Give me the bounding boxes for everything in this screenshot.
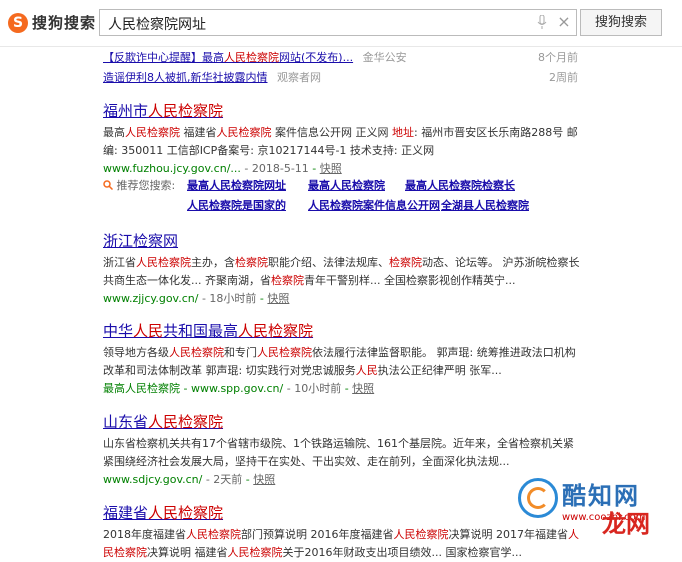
related-search-link[interactable]: 全湖县人民检察院 [441, 196, 529, 216]
news-item-source: 观察者网 [277, 71, 321, 84]
result-description: 浙江省人民检察院主办，含检察院职能介绍、法律法规库、检察院动态、论坛等。 沪苏浙… [103, 256, 580, 287]
snapshot-link[interactable]: 快照 [320, 162, 342, 175]
result-date: - 2天前 [202, 473, 243, 486]
search-input[interactable] [106, 13, 530, 35]
search-result: 山东省人民检察院 山东省检察机关共有17个省辖市级院、1个铁路运输院、161个基… [103, 412, 583, 489]
snapshot-link[interactable]: 快照 [267, 292, 289, 305]
news-item-title[interactable]: 造谣伊利8人被抓,新华社披露内情 [103, 71, 268, 84]
result-description: 领导地方各级人民检察院和专门人民检察院依法履行法律监督职能。 郭声琨: 统筹推进… [103, 346, 576, 377]
result-title[interactable]: 浙江检察网 [103, 231, 583, 251]
news-item: 造谣伊利8人被抓,新华社披露内情 观察者网 2周前 [103, 68, 583, 88]
related-search-link[interactable]: 最高人民检察院 [308, 176, 385, 196]
result-date: - 2018-5-11 [240, 162, 309, 175]
result-url[interactable]: 最高人民检察院 - www.spp.gov.cn/ [103, 382, 283, 395]
result-description: 山东省检察机关共有17个省辖市级院、1个铁路运输院、161个基层院。近年来，全省… [103, 437, 574, 468]
search-result: 福州市人民检察院 最高人民检察院 福建省人民检察院 案件信息公开网 正义网 地址… [103, 101, 583, 178]
result-title[interactable]: 山东省人民检察院 [103, 412, 583, 432]
related-searches: 推荐您搜索: 最高人民检察院网址 最高人民检察院 最高人民检察院检察长 人民检察… [103, 176, 583, 216]
snapshot-link[interactable]: 快照 [253, 473, 275, 486]
clear-icon[interactable]: × [556, 14, 572, 30]
related-search-link[interactable]: 最高人民检察院检察长 [405, 176, 515, 196]
related-search-link[interactable]: 人民检察院是国家的 [187, 196, 286, 216]
result-url[interactable]: www.zjjcy.gov.cn/ [103, 292, 198, 305]
news-item-time: 8个月前 [538, 51, 578, 64]
result-title[interactable]: 福州市人民检察院 [103, 101, 583, 121]
result-url-line: www.zjjcy.gov.cn/ - 18小时前 - 快照 [103, 292, 290, 305]
search-button[interactable]: 搜狗搜索 [580, 9, 662, 36]
sogou-logo[interactable]: S 搜狗搜索 [8, 12, 96, 33]
result-url[interactable]: www.sdjcy.gov.cn/ [103, 473, 202, 486]
sogou-logo-icon: S [8, 12, 28, 33]
search-icon [103, 180, 114, 191]
news-list: 【反欺诈中心提醒】最高人民检察院网站(不发布)... 金华公安 8个月前 造谣伊… [103, 48, 583, 88]
result-url[interactable]: www.fuzhou.jcy.gov.cn/... [103, 162, 241, 175]
result-date: - 18小时前 [198, 292, 257, 305]
related-search-link[interactable]: 人民检察院案件信息公开网 [308, 196, 440, 216]
result-title[interactable]: 福建省人民检察院 [103, 503, 583, 523]
news-item: 【反欺诈中心提醒】最高人民检察院网站(不发布)... 金华公安 8个月前 [103, 48, 583, 68]
news-item-source: 金华公安 [362, 51, 407, 64]
result-url-line: www.sdjcy.gov.cn/ - 2天前 - 快照 [103, 473, 276, 486]
news-item-time: 2周前 [549, 71, 578, 84]
watermark: 酷知网 www.coozhi.com 龙网 [518, 472, 678, 546]
snapshot-link[interactable]: 快照 [352, 382, 374, 395]
watermark-brand-secondary: 龙网 [602, 510, 650, 538]
search-box: × [99, 9, 577, 36]
search-result: 中华人民共和国最高人民检察院 领导地方各级人民检察院和专门人民检察院依法履行法律… [103, 321, 583, 398]
result-url-line: 最高人民检察院 - www.spp.gov.cn/ - 10小时前 - 快照 [103, 382, 375, 395]
result-description: 2018年度福建省人民检察院部门预算说明 2016年度福建省人民检察院决算说明 … [103, 528, 579, 559]
search-header: S 搜狗搜索 × 搜狗搜索 [0, 0, 682, 47]
microphone-icon[interactable] [537, 15, 547, 30]
result-title[interactable]: 中华人民共和国最高人民检察院 [103, 321, 583, 341]
related-searches-label: 推荐您搜索: [116, 179, 176, 192]
watermark-logo-icon [518, 478, 558, 518]
result-date: - 10小时前 [283, 382, 342, 395]
result-description: 最高人民检察院 福建省人民检察院 案件信息公开网 正义网 地址: 福州市晋安区长… [103, 126, 578, 157]
sogou-logo-text: 搜狗搜索 [32, 14, 97, 32]
news-item-title[interactable]: 【反欺诈中心提醒】最高人民检察院网站(不发布)... [103, 51, 353, 64]
related-search-link[interactable]: 最高人民检察院网址 [187, 176, 286, 196]
search-result: 福建省人民检察院 2018年度福建省人民检察院部门预算说明 2016年度福建省人… [103, 503, 583, 562]
search-result: 浙江检察网 浙江省人民检察院主办，含检察院职能介绍、法律法规库、检察院动态、论坛… [103, 231, 583, 308]
